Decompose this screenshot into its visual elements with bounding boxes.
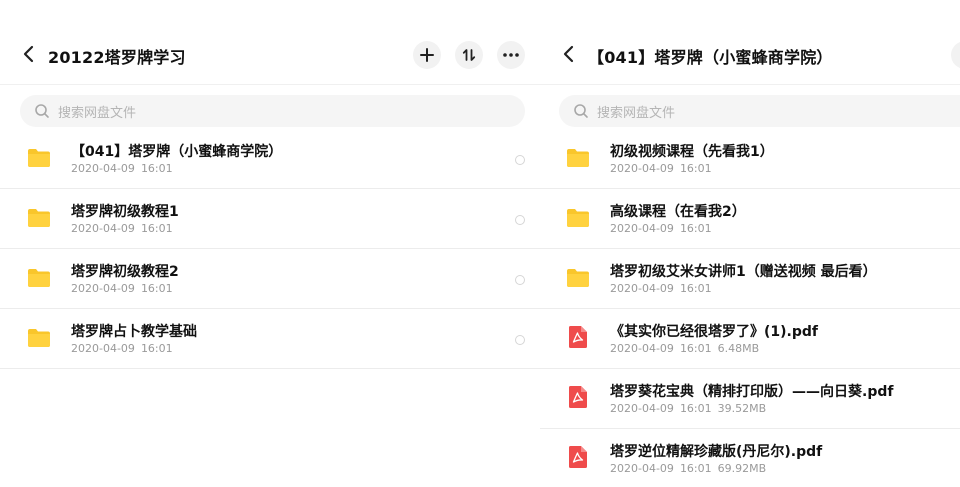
file-name: 塔罗逆位精解珍藏版(丹尼尔).pdf [610, 444, 823, 460]
folder-icon [567, 269, 589, 287]
file-date: 2020-04-09 [610, 222, 674, 235]
file-meta: 2020-04-09 16:01 [610, 282, 718, 295]
file-size: 6.48MB [717, 342, 760, 355]
header: 【041】塔罗牌（小蜜蜂商学院） [540, 0, 960, 85]
folder-icon [28, 329, 50, 347]
folder-icon [28, 149, 50, 167]
more-button[interactable] [497, 41, 525, 69]
list-item[interactable]: 高级课程（在看我2） 2020-04-09 16:01 [540, 189, 960, 249]
search-input[interactable]: 搜索网盘文件 [559, 95, 960, 127]
select-radio[interactable] [515, 335, 525, 345]
sort-button[interactable] [455, 41, 483, 69]
file-time: 16:01 [679, 402, 712, 415]
file-date: 2020-04-09 [610, 282, 674, 295]
file-date: 2020-04-09 [610, 462, 674, 475]
pdf-icon [569, 446, 587, 468]
file-time: 16:01 [679, 462, 712, 475]
file-name: 塔罗牌初级教程1 [71, 204, 179, 220]
add-icon [420, 48, 434, 62]
file-list: 初级视频课程（先看我1） 2020-04-09 16:01 高级课程（在看我2） … [540, 129, 960, 487]
file-time: 16:01 [140, 162, 173, 175]
file-meta: 2020-04-09 16:01 6.48MB [610, 342, 765, 355]
file-date: 2020-04-09 [71, 282, 135, 295]
header: 20122塔罗牌学习 [0, 0, 540, 85]
list-item[interactable]: 塔罗牌初级教程1 2020-04-09 16:01 [0, 189, 540, 249]
file-meta: 2020-04-09 16:01 39.52MB [610, 402, 772, 415]
file-meta: 2020-04-09 16:01 [610, 162, 718, 175]
file-meta: 2020-04-09 16:01 69.92MB [610, 462, 772, 475]
sort-icon [462, 49, 476, 61]
left-panel: 20122塔罗牌学习 搜索网盘文件 【041】塔罗牌（小蜜蜂商学院） 2020-… [0, 0, 540, 487]
file-date: 2020-04-09 [610, 342, 674, 355]
file-name: 【041】塔罗牌（小蜜蜂商学院） [71, 144, 283, 160]
file-date: 2020-04-09 [610, 162, 674, 175]
list-item[interactable]: 塔罗逆位精解珍藏版(丹尼尔).pdf 2020-04-09 16:01 69.92M… [540, 429, 960, 487]
file-name: 初级视频课程（先看我1） [610, 144, 774, 160]
file-size: 39.52MB [717, 402, 767, 415]
file-time: 16:01 [679, 282, 712, 295]
list-item[interactable]: 塔罗牌初级教程2 2020-04-09 16:01 [0, 249, 540, 309]
file-date: 2020-04-09 [71, 162, 135, 175]
file-time: 16:01 [140, 342, 173, 355]
page-title: 20122塔罗牌学习 [48, 48, 186, 67]
page-title: 【041】塔罗牌（小蜜蜂商学院） [588, 48, 833, 67]
right-panel: 【041】塔罗牌（小蜜蜂商学院） 搜索网盘文件 初级视频课程（先看我1） 202… [540, 0, 960, 487]
file-meta: 2020-04-09 16:01 [71, 282, 179, 295]
file-time: 16:01 [140, 282, 173, 295]
file-name: 塔罗初级艾米女讲师1（赠送视频 最后看） [610, 264, 877, 280]
search-placeholder: 搜索网盘文件 [58, 106, 137, 121]
more-icon [503, 53, 519, 57]
search-input[interactable]: 搜索网盘文件 [20, 95, 525, 127]
list-item[interactable]: 塔罗牌占卜教学基础 2020-04-09 16:01 [0, 309, 540, 369]
pdf-icon [569, 386, 587, 408]
file-time: 16:01 [679, 342, 712, 355]
search-icon [574, 104, 588, 118]
folder-icon [567, 149, 589, 167]
list-item[interactable]: 【041】塔罗牌（小蜜蜂商学院） 2020-04-09 16:01 [0, 129, 540, 189]
pdf-icon [569, 326, 587, 348]
file-meta: 2020-04-09 16:01 [71, 342, 179, 355]
file-time: 16:01 [679, 222, 712, 235]
add-button[interactable] [413, 41, 441, 69]
file-date: 2020-04-09 [71, 342, 135, 355]
file-meta: 2020-04-09 16:01 [71, 162, 179, 175]
list-item[interactable]: 塔罗葵花宝典（精排打印版）——向日葵.pdf 2020-04-09 16:01 39… [540, 369, 960, 429]
select-radio[interactable] [515, 215, 525, 225]
file-name: 塔罗葵花宝典（精排打印版）——向日葵.pdf [610, 384, 894, 400]
select-radio[interactable] [515, 275, 525, 285]
search-placeholder: 搜索网盘文件 [597, 106, 676, 121]
select-radio[interactable] [515, 155, 525, 165]
file-name: 塔罗牌占卜教学基础 [71, 324, 197, 340]
list-item[interactable]: 《其实你已经很塔罗了》(1).pdf 2020-04-09 16:01 6.48MB [540, 309, 960, 369]
search-icon [35, 104, 49, 118]
file-name: 高级课程（在看我2） [610, 204, 746, 220]
file-meta: 2020-04-09 16:01 [71, 222, 179, 235]
file-meta: 2020-04-09 16:01 [610, 222, 718, 235]
file-date: 2020-04-09 [71, 222, 135, 235]
list-item[interactable]: 初级视频课程（先看我1） 2020-04-09 16:01 [540, 129, 960, 189]
folder-icon [28, 269, 50, 287]
add-button[interactable] [951, 41, 960, 69]
folder-icon [28, 209, 50, 227]
file-name: 《其实你已经很塔罗了》(1).pdf [610, 324, 818, 340]
back-arrow-icon[interactable] [18, 43, 40, 65]
back-arrow-icon[interactable] [558, 43, 580, 65]
list-item[interactable]: 塔罗初级艾米女讲师1（赠送视频 最后看） 2020-04-09 16:01 [540, 249, 960, 309]
file-time: 16:01 [140, 222, 173, 235]
file-size: 69.92MB [717, 462, 767, 475]
file-date: 2020-04-09 [610, 402, 674, 415]
file-list: 【041】塔罗牌（小蜜蜂商学院） 2020-04-09 16:01 塔罗牌初级教程… [0, 129, 540, 369]
file-time: 16:01 [679, 162, 712, 175]
file-name: 塔罗牌初级教程2 [71, 264, 179, 280]
folder-icon [567, 209, 589, 227]
